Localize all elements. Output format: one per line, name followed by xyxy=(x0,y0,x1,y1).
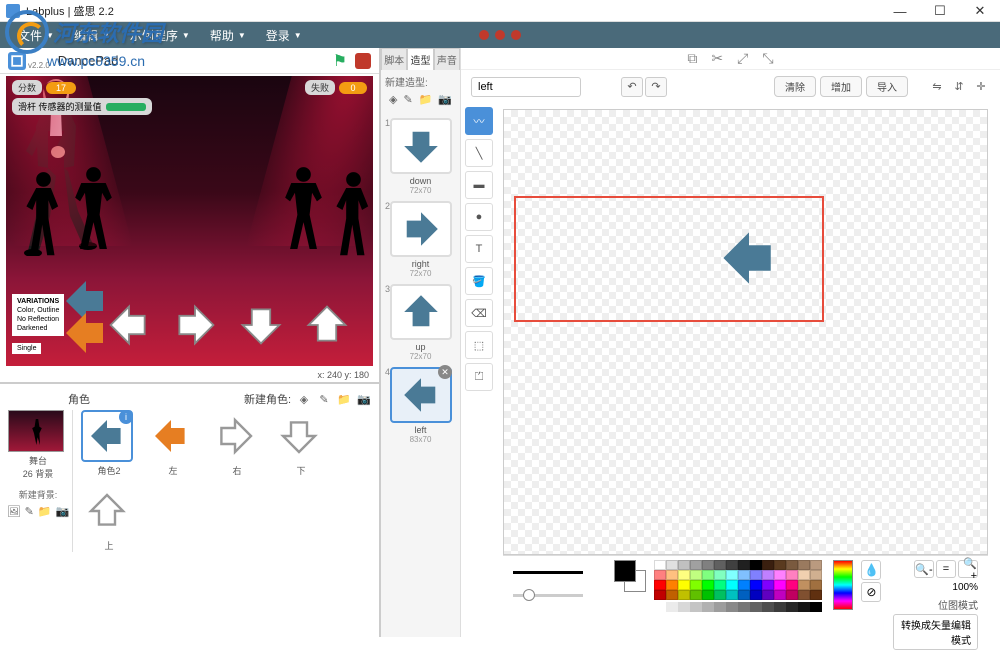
ellipse-tool[interactable]: ● xyxy=(465,203,493,231)
stop-button[interactable] xyxy=(355,53,371,69)
fail-value: 0 xyxy=(339,82,367,94)
zoom-in-button[interactable]: 🔍+ xyxy=(958,560,978,578)
sprite-item-下[interactable]: i下 xyxy=(273,410,329,477)
sprites-panel: 角色 新建角色: ◈ ✎ 📁 📷 舞台 26 背景 新建背景: 🖼 xyxy=(0,382,379,637)
delete-icon[interactable]: ✂ xyxy=(711,50,723,67)
flip-h-icon[interactable]: ⇋ xyxy=(928,78,946,96)
add-button[interactable]: 增加 xyxy=(820,76,862,97)
stage-header: v2.2.0 DancePad ⚑ xyxy=(0,48,379,74)
fullscreen-icon[interactable] xyxy=(8,52,26,70)
score-label: 分数 xyxy=(12,80,42,95)
sprite-item-角色2[interactable]: i角色2 xyxy=(81,410,137,477)
costume-library-icon[interactable]: ◈ xyxy=(389,93,397,106)
undo-button[interactable]: ↶ xyxy=(621,77,643,97)
sensor-monitor: 滑杆 传感器的测量值 xyxy=(12,98,152,115)
window-dots xyxy=(479,30,521,40)
text-tool[interactable]: T xyxy=(465,235,493,263)
costume-upload-icon[interactable]: 📁 xyxy=(419,93,433,106)
sprite-paint-icon[interactable]: ✎ xyxy=(317,392,331,406)
bg-camera-icon[interactable]: 📷 xyxy=(56,505,70,518)
menu-login[interactable]: 登录▼ xyxy=(256,27,312,44)
convert-vector-button[interactable]: 转换成矢量编辑模式 xyxy=(893,614,978,650)
costume-item-down[interactable]: 1down72x70 xyxy=(387,118,454,195)
menu-file[interactable]: 文件▼ xyxy=(8,27,64,44)
fail-label: 失败 xyxy=(305,80,335,95)
tab-scripts[interactable]: 脚本 xyxy=(381,48,407,70)
brush-size-slider[interactable] xyxy=(513,594,602,597)
new-costume-label: 新建造型: xyxy=(385,74,456,89)
app-icon xyxy=(6,4,20,18)
menubar: 文件▼ 编辑▼ 示例程序▼ 帮助▼ 登录▼ xyxy=(0,22,1000,48)
menu-help[interactable]: 帮助▼ xyxy=(200,27,256,44)
fill-tool[interactable]: 🪣 xyxy=(465,267,493,295)
clear-button[interactable]: 清除 xyxy=(774,76,816,97)
costume-item-up[interactable]: 3up72x70 xyxy=(387,284,454,361)
color-palette[interactable] xyxy=(654,560,822,600)
costume-name-input[interactable] xyxy=(471,77,581,97)
eraser-tool[interactable]: ⌫ xyxy=(465,299,493,327)
costume-paint-icon[interactable]: ✎ xyxy=(403,93,412,106)
window-titlebar: Labplus | 盛思 2.2 — ☐ ✕ xyxy=(0,0,1000,22)
stage-thumb-label: 舞台 xyxy=(8,454,68,467)
paint-canvas[interactable] xyxy=(503,109,988,555)
grow-icon[interactable]: ⤢ xyxy=(737,50,748,67)
green-flag-icon[interactable]: ⚑ xyxy=(333,51,347,71)
bitmap-mode-label: 位图模式 xyxy=(893,597,978,612)
stage[interactable]: 分数 17 失败 0 滑杆 传感器的测量值 xyxy=(6,76,373,366)
zoom-out-button[interactable]: 🔍- xyxy=(914,560,934,578)
zoom-percent: 100% xyxy=(893,582,978,593)
zoom-reset-button[interactable]: = xyxy=(936,560,956,578)
eyedropper-icon[interactable]: 💧 xyxy=(861,560,881,580)
costume-camera-icon[interactable]: 📷 xyxy=(438,93,452,106)
minimize-button[interactable]: — xyxy=(880,0,920,22)
project-name[interactable]: DancePad xyxy=(58,53,325,68)
bg-upload-icon[interactable]: 📁 xyxy=(38,505,52,518)
center-icon[interactable]: ✛ xyxy=(972,78,990,96)
brush-tool[interactable]: 〰 xyxy=(465,107,493,135)
brush-size-control xyxy=(513,560,602,597)
stamp-tool[interactable]: ⏍ xyxy=(465,363,493,391)
sprite-library-icon[interactable]: ◈ xyxy=(297,392,311,406)
costume-item-left[interactable]: 4✕left83x70 xyxy=(387,367,454,444)
sprite-item-左[interactable]: i左 xyxy=(145,410,201,477)
bg-paint-icon[interactable]: ✎ xyxy=(25,505,34,518)
tab-costumes[interactable]: 造型 xyxy=(407,48,433,70)
menu-examples[interactable]: 示例程序▼ xyxy=(120,27,200,44)
redo-button[interactable]: ↷ xyxy=(645,77,667,97)
score-value: 17 xyxy=(46,82,76,94)
sprite-item-上[interactable]: i上 xyxy=(81,485,137,552)
tab-sounds[interactable]: 声音 xyxy=(434,48,460,70)
stage-thumbnail[interactable] xyxy=(8,410,64,452)
new-sprite-label: 新建角色: xyxy=(244,391,291,407)
flip-v-icon[interactable]: ⇵ xyxy=(950,78,968,96)
color-spectrum[interactable] xyxy=(833,560,853,610)
no-color-icon[interactable]: ⊘ xyxy=(861,582,881,602)
single-box: Single xyxy=(12,343,41,354)
color-swatch[interactable] xyxy=(614,560,646,592)
duplicate-icon[interactable]: ⧉ xyxy=(687,50,697,67)
variations-box: VARIATIONS Color, Outline No Reflection … xyxy=(12,294,64,336)
gradient-row[interactable] xyxy=(654,602,822,612)
close-button[interactable]: ✕ xyxy=(960,0,1000,22)
sprite-camera-icon[interactable]: 📷 xyxy=(357,392,371,406)
shrink-icon[interactable]: ⤡ xyxy=(762,50,773,67)
stage-coords: x: 240 y: 180 xyxy=(0,368,379,382)
editor-top-toolbar: ⧉ ✂ ⤢ ⤡ xyxy=(461,48,1000,70)
bg-library-icon[interactable]: 🖼 xyxy=(7,505,21,518)
sprite-upload-icon[interactable]: 📁 xyxy=(337,392,351,406)
line-tool[interactable]: ╲ xyxy=(465,139,493,167)
rect-tool[interactable]: ▬ xyxy=(465,171,493,199)
sprites-label: 角色 xyxy=(68,391,244,407)
maximize-button[interactable]: ☐ xyxy=(920,0,960,22)
costume-item-right[interactable]: 2right72x70 xyxy=(387,201,454,278)
window-title: Labplus | 盛思 2.2 xyxy=(26,3,114,19)
sprite-item-右[interactable]: i右 xyxy=(209,410,265,477)
import-button[interactable]: 导入 xyxy=(866,76,908,97)
version-label: v2.2.0 xyxy=(28,61,50,70)
menu-edit[interactable]: 编辑▼ xyxy=(64,27,120,44)
select-tool[interactable]: ⬚ xyxy=(465,331,493,359)
